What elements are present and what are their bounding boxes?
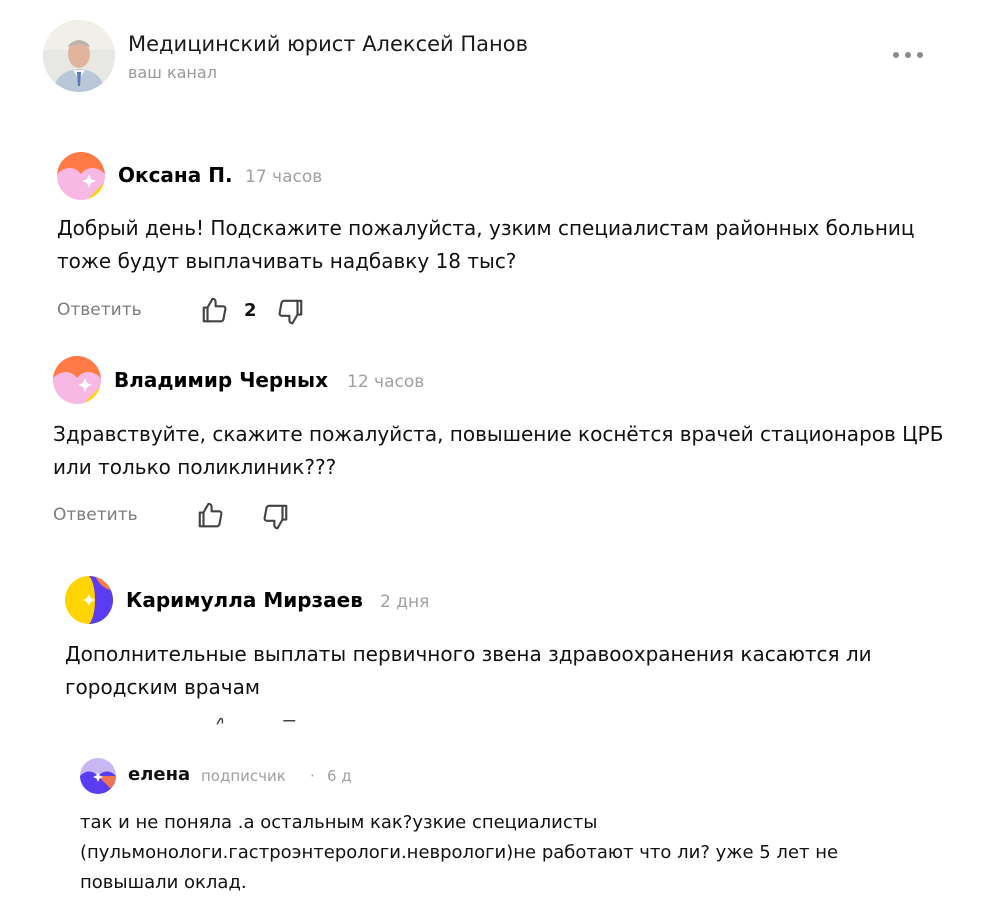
channel-avatar[interactable]	[43, 20, 115, 92]
avatar[interactable]	[57, 152, 105, 200]
comment-text: Добрый день! Подскажите пожалуйста, узки…	[57, 216, 915, 273]
comment-author[interactable]: елена	[128, 764, 190, 785]
meta-separator: ·	[310, 767, 315, 785]
like-count: 2	[244, 300, 257, 321]
thumbs-up-icon[interactable]	[196, 500, 226, 530]
comment-author[interactable]: Владимир Черных	[114, 368, 328, 392]
avatar[interactable]	[53, 356, 101, 404]
thumbs-down-icon[interactable]	[275, 297, 305, 327]
thumbs-down-icon[interactable]	[260, 502, 290, 532]
thumbs-down-icon[interactable]	[276, 718, 298, 726]
avatar[interactable]	[80, 758, 116, 794]
avatar[interactable]	[65, 576, 113, 624]
reply-button[interactable]: Ответить	[53, 505, 138, 525]
comment-time: 12 часов	[347, 372, 425, 392]
reply-button[interactable]: Ответить	[57, 300, 142, 320]
thumbs-up-icon[interactable]	[200, 295, 230, 325]
comment-author[interactable]: Оксана П.	[118, 163, 233, 187]
thumbs-up-icon[interactable]	[212, 716, 232, 726]
comment-author[interactable]: Каримулла Мирзаев	[126, 588, 363, 612]
comment-time: 17 часов	[245, 167, 323, 187]
comment-text: Здравствуйте, скажите пожалуйста, повыше…	[53, 422, 944, 479]
comment-time: 6 д	[327, 767, 352, 785]
comment-text: так и не поняла .а остальным как?узкие с…	[80, 812, 839, 893]
subscriber-badge: подписчик	[201, 767, 286, 785]
more-options-icon[interactable]	[890, 49, 926, 63]
channel-subtitle: ваш канал	[128, 63, 217, 82]
channel-title[interactable]: Медицинский юрист Алексей Панов	[128, 32, 528, 56]
comment-time: 2 дня	[380, 592, 430, 612]
comment-text: Дополнительные выплаты первичного звена …	[65, 642, 872, 699]
